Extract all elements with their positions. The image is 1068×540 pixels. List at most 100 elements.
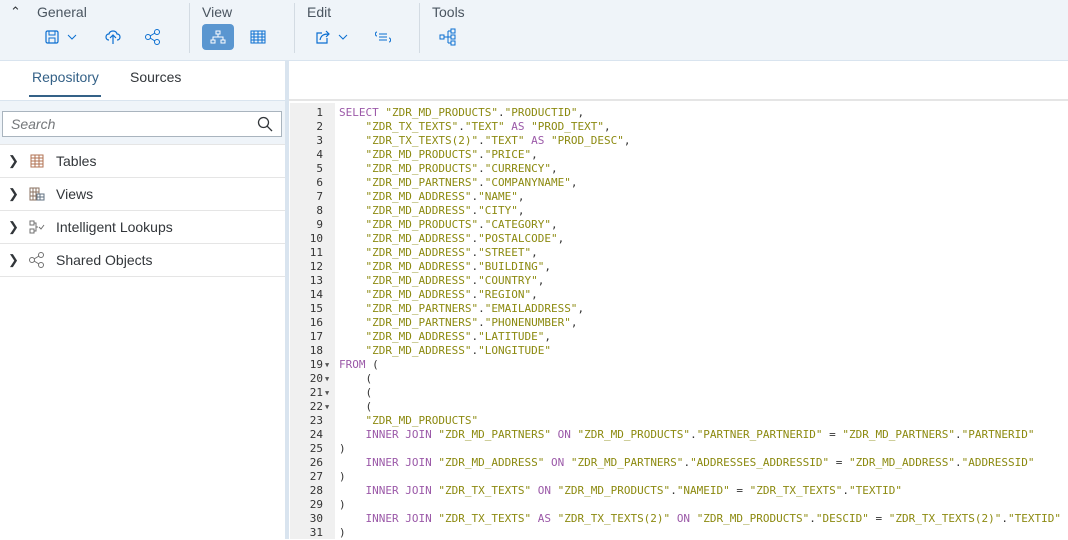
code-text: FROM (: [339, 358, 379, 372]
code-text: ): [339, 442, 346, 456]
tree-item-intelligent-lookups[interactable]: ❯ Intelligent Lookups: [0, 211, 285, 244]
line-number: 14: [309, 288, 323, 301]
keyword-token: INNER: [365, 428, 399, 441]
string-token: "ZDR_MD_PARTNERS": [365, 302, 479, 315]
graphical-view-button[interactable]: [202, 24, 234, 50]
code-line[interactable]: 6 "ZDR_MD_PARTNERS"."COMPANYNAME",: [289, 176, 1068, 190]
line-number: 13: [309, 274, 323, 287]
code-line[interactable]: 16 "ZDR_MD_PARTNERS"."PHONENUMBER",: [289, 316, 1068, 330]
keyword-token: INNER: [365, 456, 399, 469]
code-line[interactable]: 29): [289, 498, 1068, 512]
code-line[interactable]: 20 ▼ (: [289, 372, 1068, 386]
plain-token: .: [954, 456, 962, 469]
code-line[interactable]: 8 "ZDR_MD_ADDRESS"."CITY",: [289, 204, 1068, 218]
code-line[interactable]: 31): [289, 526, 1068, 540]
plain-token: (: [365, 358, 379, 371]
code-line[interactable]: 24 INNER JOIN "ZDR_MD_PARTNERS" ON "ZDR_…: [289, 428, 1068, 442]
code-area[interactable]: 1 SELECT "ZDR_MD_PRODUCTS"."PRODUCTID", 2 …: [289, 103, 1068, 539]
chevron-right-icon[interactable]: ❯: [8, 219, 20, 235]
code-line[interactable]: 19 ▼ FROM (: [289, 358, 1068, 372]
code-line[interactable]: 9 "ZDR_MD_PRODUCTS"."CATEGORY",: [289, 218, 1068, 232]
string-token: "ZDR_TX_TEXTS": [365, 120, 459, 133]
string-token: "ZDR_TX_TEXTS(2)": [557, 512, 671, 525]
string-token: "ZDR_MD_ADDRESS": [365, 232, 472, 245]
tree-item-tables[interactable]: ❯ Tables: [0, 145, 285, 178]
share-button[interactable]: [137, 24, 169, 50]
deploy-button[interactable]: [97, 24, 129, 50]
code-line[interactable]: 11 "ZDR_MD_ADDRESS"."STREET",: [289, 246, 1068, 260]
code-line[interactable]: 14 "ZDR_MD_ADDRESS"."REGION",: [289, 288, 1068, 302]
string-token: "ADDRESSES_ADDRESSID": [690, 456, 830, 469]
fold-toggle-icon[interactable]: ▼: [325, 358, 329, 372]
plain-token: .: [809, 512, 816, 525]
chevron-right-icon[interactable]: ❯: [8, 252, 20, 268]
code-line[interactable]: 21 ▼ (: [289, 386, 1068, 400]
table-view-button[interactable]: [242, 24, 274, 50]
plain-token: .: [690, 428, 697, 441]
string-token: "ZDR_MD_ADDRESS": [365, 204, 472, 217]
code-text: "ZDR_MD_ADDRESS"."REGION",: [339, 288, 538, 302]
string-token: "PROD_TEXT": [531, 120, 604, 133]
code-line[interactable]: 28 INNER JOIN "ZDR_TX_TEXTS" ON "ZDR_MD_…: [289, 484, 1068, 498]
code-text: INNER JOIN "ZDR_MD_ADDRESS" ON "ZDR_MD_P…: [339, 456, 1035, 470]
code-text: "ZDR_MD_ADDRESS"."STREET",: [339, 246, 538, 260]
plain-token: ,: [531, 288, 538, 301]
string-token: "TEXTID": [1007, 512, 1061, 525]
chevron-right-icon[interactable]: ❯: [8, 153, 20, 169]
sql-editor[interactable]: 1 SELECT "ZDR_MD_PRODUCTS"."PRODUCTID", 2 …: [289, 61, 1068, 539]
code-line[interactable]: 22 ▼ (: [289, 400, 1068, 414]
intelligent-lookup-icon: [28, 220, 46, 234]
code-line[interactable]: 27): [289, 470, 1068, 484]
code-line[interactable]: 23 "ZDR_MD_PRODUCTS": [289, 414, 1068, 428]
code-line[interactable]: 1 SELECT "ZDR_MD_PRODUCTS"."PRODUCTID",: [289, 106, 1068, 120]
line-number: 15: [309, 302, 323, 315]
code-line[interactable]: 12 "ZDR_MD_ADDRESS"."BUILDING",: [289, 260, 1068, 274]
tab-sources[interactable]: Sources: [130, 69, 181, 85]
toolbar-separator: [189, 3, 190, 53]
impact-lineage-button[interactable]: [432, 24, 464, 50]
table-icon: [28, 154, 46, 168]
code-line[interactable]: 26 INNER JOIN "ZDR_MD_ADDRESS" ON "ZDR_M…: [289, 456, 1068, 470]
code-line[interactable]: 7 "ZDR_MD_ADDRESS"."NAME",: [289, 190, 1068, 204]
fold-toggle-icon[interactable]: ▼: [325, 386, 329, 400]
left-panel: Repository Sources ❯ Tables ❯ Views ❯ In…: [0, 61, 285, 539]
string-token: "ZDR_MD_PARTNERS": [365, 176, 479, 189]
active-tab-indicator: [29, 95, 101, 97]
code-line[interactable]: 3 "ZDR_TX_TEXTS(2)"."TEXT" AS "PROD_DESC…: [289, 134, 1068, 148]
code-line[interactable]: 10 "ZDR_MD_ADDRESS"."POSTALCODE",: [289, 232, 1068, 246]
code-line[interactable]: 4 "ZDR_MD_PRODUCTS"."PRICE",: [289, 148, 1068, 162]
collapse-toolbar-icon[interactable]: ⌃: [10, 4, 21, 20]
chevron-right-icon[interactable]: ❯: [8, 186, 20, 202]
search-input[interactable]: [11, 116, 231, 132]
tree-item-views[interactable]: ❯ Views: [0, 178, 285, 211]
search-field[interactable]: [2, 111, 282, 137]
tab-repository[interactable]: Repository: [32, 69, 99, 85]
code-line[interactable]: 13 "ZDR_MD_ADDRESS"."COUNTRY",: [289, 274, 1068, 288]
fold-toggle-icon[interactable]: ▼: [325, 372, 329, 386]
code-text: "ZDR_MD_PRODUCTS"."CURRENCY",: [339, 162, 558, 176]
string-token: "ADDRESSID": [961, 456, 1035, 469]
code-line[interactable]: 5 "ZDR_MD_PRODUCTS"."CURRENCY",: [289, 162, 1068, 176]
search-icon[interactable]: [257, 116, 273, 132]
code-line[interactable]: 2 "ZDR_TX_TEXTS"."TEXT" AS "PROD_TEXT",: [289, 120, 1068, 134]
code-line[interactable]: 17 "ZDR_MD_ADDRESS"."LATITUDE",: [289, 330, 1068, 344]
fold-toggle-icon[interactable]: ▼: [325, 400, 329, 414]
code-text: "ZDR_MD_PRODUCTS"."PRICE",: [339, 148, 538, 162]
code-line[interactable]: 15 "ZDR_MD_PARTNERS"."EMAILADDRESS",: [289, 302, 1068, 316]
format-button[interactable]: [367, 24, 399, 50]
line-number: 20: [309, 372, 323, 385]
code-line[interactable]: 18 "ZDR_MD_ADDRESS"."LONGITUDE": [289, 344, 1068, 358]
line-number: 3: [316, 134, 323, 147]
export-button[interactable]: [309, 24, 355, 50]
line-number: 12: [309, 260, 323, 273]
plain-token: .: [670, 484, 677, 497]
tree-item-shared-objects[interactable]: ❯ Shared Objects: [0, 244, 285, 277]
save-button[interactable]: [38, 24, 84, 50]
code-line[interactable]: 25): [289, 442, 1068, 456]
string-token: "CATEGORY": [484, 218, 551, 231]
code-line[interactable]: 30 INNER JOIN "ZDR_TX_TEXTS" AS "ZDR_TX_…: [289, 512, 1068, 526]
